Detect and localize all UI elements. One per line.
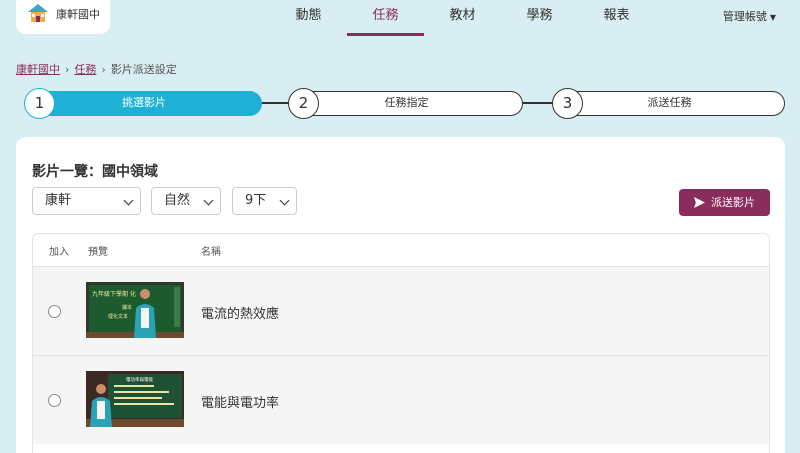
video-thumbnail-image: 九年級下學期 化 課本 理化文本 (86, 282, 184, 338)
step-label: 任務指定 (384, 96, 429, 109)
breadcrumb: 康軒國中 › 任務 › 影片派送設定 (16, 61, 177, 77)
svg-text:電功率與電能: 電功率與電能 (126, 376, 153, 383)
svg-text:九年級下學期 化: 九年級下學期 化 (92, 290, 136, 298)
send-video-button[interactable]: 派送影片 (679, 189, 770, 216)
subject-value: 自然 (164, 193, 191, 208)
step-assign-task[interactable]: 任務指定 2 (288, 87, 523, 119)
nav-item-materials[interactable]: 教材 (424, 0, 501, 36)
video-thumbnail-image: 電功率與電能 (86, 371, 184, 427)
send-video-label: 派送影片 (711, 196, 755, 209)
breadcrumb-school[interactable]: 康軒國中 (16, 63, 60, 76)
video-list-card: 影片一覽：國中領域 康軒 自然 9下 派送影片 加入 預覽 名稱 九年級下學期 (16, 137, 785, 453)
chevron-right-icon: › (65, 63, 70, 76)
card-title: 影片一覽：國中領域 (32, 164, 158, 180)
step-label: 派送任務 (647, 96, 692, 109)
nav-item-reports[interactable]: 報表 (578, 0, 655, 36)
chevron-down-icon (203, 195, 214, 206)
svg-text:理化文本: 理化文本 (108, 313, 128, 320)
header-add: 加入 (49, 247, 69, 258)
table-row[interactable]: 電功率與電能 電能與電功率 (33, 355, 769, 444)
send-icon (694, 197, 705, 208)
chevron-down-icon (279, 195, 290, 206)
chevron-right-icon: › (101, 63, 106, 76)
grade-value: 9下 (245, 193, 267, 208)
step-number: 3 (552, 87, 583, 119)
video-name: 電能與電功率 (201, 396, 280, 411)
logo-text: 康軒國中 (56, 8, 100, 21)
add-radio[interactable] (48, 305, 61, 318)
nav-item-tasks[interactable]: 任務 (347, 0, 424, 36)
video-thumbnail[interactable]: 九年級下學期 化 課本 理化文本 (86, 282, 184, 338)
account-label: 管理帳號 (722, 10, 767, 23)
step-connector (523, 102, 554, 104)
nav-item-academic[interactable]: 學務 (501, 0, 578, 36)
publisher-value: 康軒 (45, 193, 72, 208)
video-name: 電流的熱效應 (201, 307, 280, 322)
subject-select[interactable]: 自然 (151, 187, 221, 215)
chevron-down-icon (123, 195, 134, 206)
step-connector (262, 102, 290, 104)
step-label: 挑選影片 (122, 96, 166, 109)
table-header: 加入 預覽 名稱 (33, 234, 769, 266)
account-menu[interactable]: 管理帳號 ▼ (723, 8, 776, 24)
video-thumbnail[interactable]: 電功率與電能 (86, 371, 184, 427)
publisher-select[interactable]: 康軒 (32, 187, 141, 215)
add-radio[interactable] (48, 394, 61, 407)
logo[interactable]: 康軒國中 (16, 0, 110, 34)
step-number: 2 (288, 87, 319, 119)
step-send-task[interactable]: 派送任務 3 (552, 87, 785, 119)
video-table: 加入 預覽 名稱 九年級下學期 化 課本 理化文本 電流的熱效應 電功率與電能 … (32, 233, 770, 453)
svg-text:課本: 課本 (122, 304, 132, 311)
school-logo-icon (28, 4, 48, 22)
step-select-video[interactable]: 挑選影片 1 (24, 87, 262, 119)
header-name: 名稱 (201, 247, 221, 258)
caret-down-icon: ▼ (769, 13, 776, 22)
header-preview: 預覽 (88, 247, 108, 258)
nav-item-activity[interactable]: 動態 (270, 0, 347, 36)
grade-select[interactable]: 9下 (232, 187, 297, 215)
breadcrumb-tasks[interactable]: 任務 (74, 63, 96, 76)
table-row[interactable]: 九年級下學期 化 課本 理化文本 電流的熱效應 (33, 266, 769, 355)
breadcrumb-current: 影片派送設定 (110, 63, 177, 76)
main-nav: 動態 任務 教材 學務 報表 (270, 0, 655, 36)
step-number: 1 (24, 87, 55, 119)
